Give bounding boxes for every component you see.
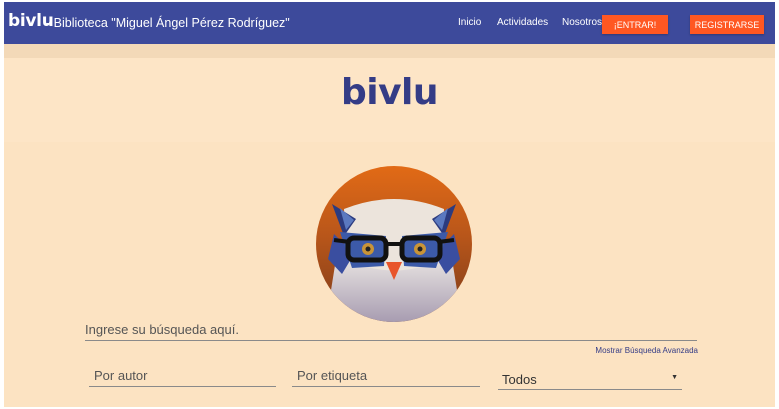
tag-filter-input[interactable] (292, 364, 480, 387)
advanced-search-link[interactable]: Mostrar Búsqueda Avanzada (595, 346, 698, 355)
page-frame: bivlu - Biblioteca "Miguel Ángel Pérez R… (4, 2, 775, 407)
type-select-value: Todos (502, 372, 537, 387)
author-filter-input[interactable] (89, 364, 276, 387)
register-button[interactable]: REGISTRARSE (690, 15, 764, 34)
nav-link-nosotros[interactable]: Nosotros (562, 17, 602, 28)
owl-icon (316, 166, 472, 322)
navbar-shadow (4, 44, 775, 58)
login-button[interactable]: ¡ENTRAR! (602, 15, 668, 34)
main-logo: bivlu (340, 72, 439, 113)
brand-title: - Biblioteca "Miguel Ángel Pérez Rodrígu… (46, 16, 290, 30)
navbar: bivlu - Biblioteca "Miguel Ángel Pérez R… (4, 2, 775, 44)
nav-link-actividades[interactable]: Actividades (497, 17, 548, 28)
nav-link-inicio[interactable]: Inicio (458, 17, 481, 28)
caret-down-icon: ▼ (671, 374, 678, 381)
search-input[interactable] (85, 318, 697, 341)
type-select[interactable]: Todos ▼ (498, 368, 682, 390)
